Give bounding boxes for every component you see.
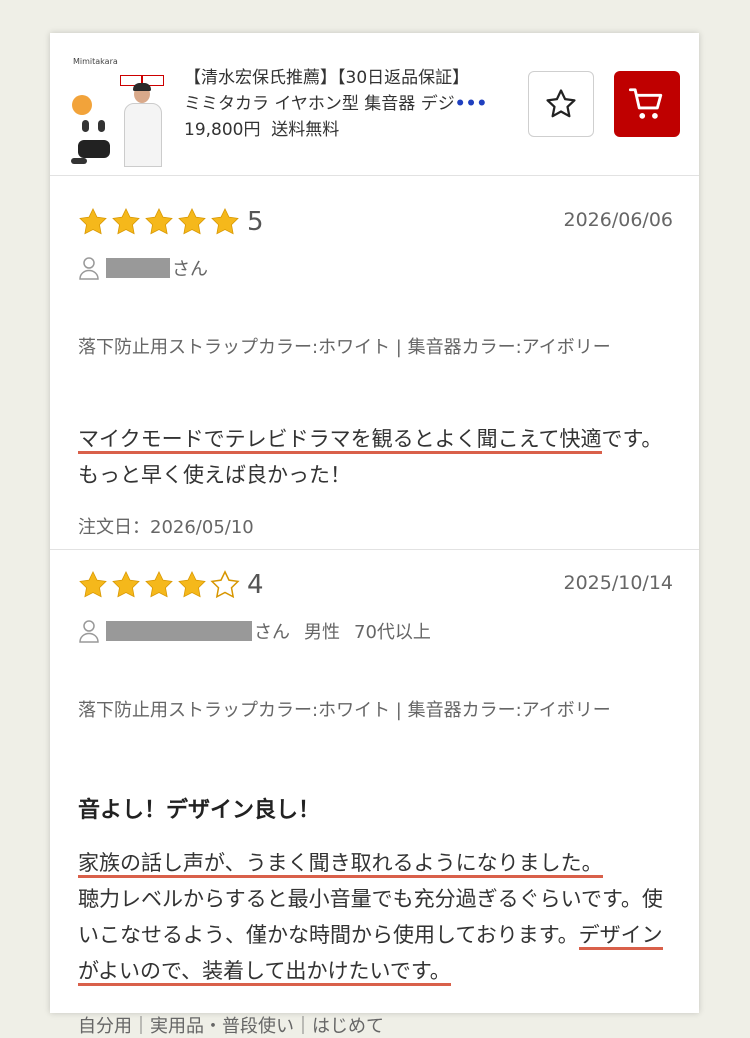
order-date: 注文日：2026/05/10 [78,517,254,538]
review-highlight: マイクモードでテレビドラマを観るとよく聞こえて快適 [78,427,602,454]
star-icon [145,571,173,598]
product-title-line1: 【清水宏保氏推薦】【30日返品保証】 [184,68,470,88]
rating-score: 4 [247,570,264,600]
rating-score: 5 [247,207,264,237]
add-to-cart-button[interactable] [614,71,680,137]
cart-icon [628,88,663,119]
review-date: 2025/10/14 [563,572,673,594]
review-date: 2026/06/06 [563,209,673,231]
endorser-image [122,83,162,167]
thumbnail-circle-badge [72,95,92,115]
review-card: Mimitakara 【清水宏保氏推薦】【30日返品保証】 ミミタカラ イヤホン… [50,33,699,1037]
product-header: Mimitakara 【清水宏保氏推薦】【30日返品保証】 ミミタカラ イヤホン… [50,33,699,176]
favorite-button[interactable] [528,71,594,137]
star-outline-icon [546,89,576,118]
reviewer-age: 70代以上 [354,622,431,643]
reviewer-info: さん [78,255,208,281]
user-icon [79,257,99,280]
review-title: 音よし！デザイン良し！ [78,798,321,823]
star-icon [178,208,206,235]
star-icon [178,571,206,598]
product-thumbnail[interactable]: Mimitakara [68,55,168,167]
product-info[interactable]: 【清水宏保氏推薦】【30日返品保証】 ミミタカラ イヤホン型 集音器 デジ•••… [184,65,524,143]
star-icon [145,208,173,235]
reviewer-gender: 男性 [304,622,340,643]
shipping-label: 送料無料 [271,120,340,140]
reviewer-suffix: さん [254,622,290,643]
review-body: マイクモードでテレビドラマを観るとよく聞こえて快適です。もっと早く使えば良かった… [78,421,663,493]
reviewer-name-masked [106,258,170,278]
reviewer-name-masked [106,621,252,641]
review-variant: 落下防止用ストラップカラー:ホワイト | 集音器カラー:アイボリー [78,700,611,721]
review-text: す。 [538,923,579,947]
product-price-line: 19,800円 送料無料 [184,117,524,143]
review-tags: 自分用｜実用品・普段使い｜はじめて [78,1016,384,1037]
star-icon [112,571,140,598]
review-body: 家族の話し声が、うまく聞き取れるようになりました。 聴力レベルからすると最小音量で… [78,845,663,989]
star-icon [112,208,140,235]
user-icon [79,620,99,643]
review-highlight: 家族の話し声が、うまく聞き取れるようになりました。 [78,851,603,878]
star-icon [79,571,107,598]
product-title-line2: ミミタカラ イヤホン型 集音器 デジ••• [184,94,488,114]
reviewer-suffix: さん [172,259,208,280]
product-price: 19,800円 [184,120,261,140]
carousel-dots [71,158,87,164]
ellipsis-icon: ••• [454,94,488,114]
earbud-image [98,120,105,132]
earbud-image [82,120,89,132]
reviewer-info: さん 男性 70代以上 [78,618,431,644]
star-icon [211,208,239,235]
star-rating: 5 [78,207,264,237]
review-variant: 落下防止用ストラップカラー:ホワイト | 集音器カラー:アイボリー [78,337,611,358]
thumbnail-brand: Mimitakara [73,57,118,66]
charging-case-image [78,140,110,158]
star-icon [79,208,107,235]
review-divider [50,549,699,550]
star-empty-icon [210,570,240,599]
star-rating: 4 [78,570,264,600]
